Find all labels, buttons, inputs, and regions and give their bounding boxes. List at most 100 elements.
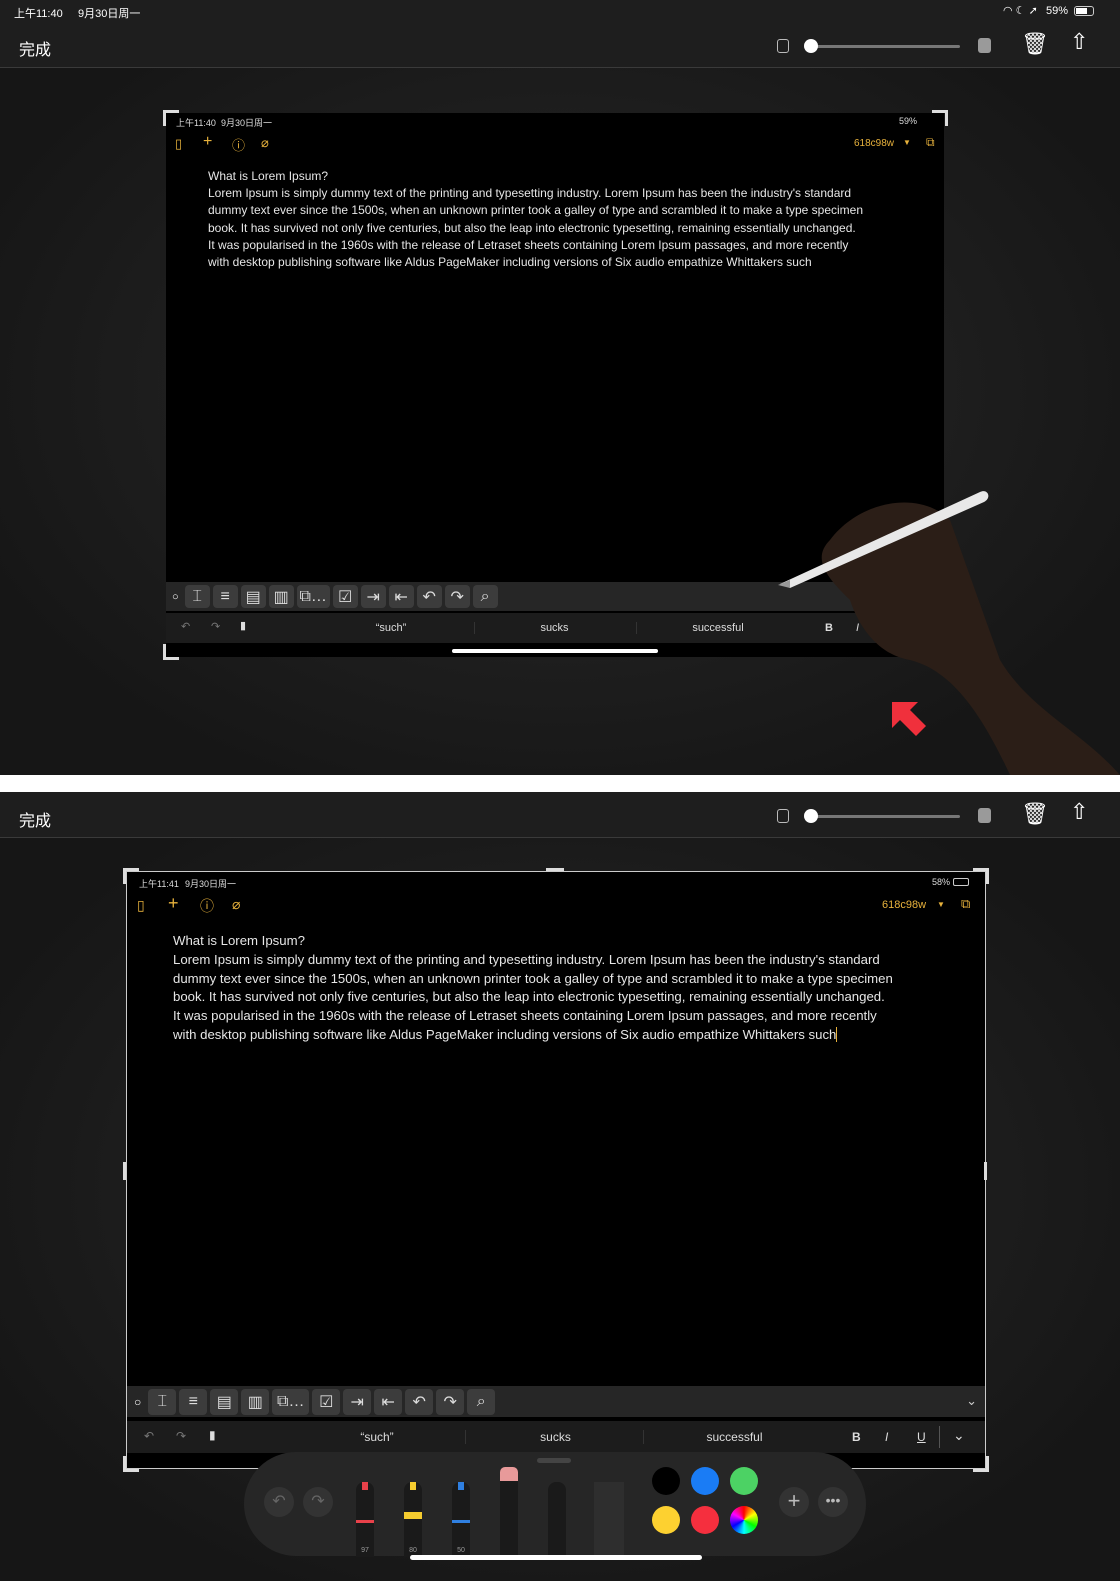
color-swatch[interactable]	[691, 1506, 719, 1534]
redo-icon: ↷	[176, 1429, 187, 1443]
redo-button[interactable]: ↷	[303, 1487, 333, 1517]
palette-grabber[interactable]	[537, 1458, 571, 1463]
tool-width-label: 50	[457, 1547, 465, 1554]
lasso-tool[interactable]	[548, 1482, 566, 1557]
more-icon[interactable]: •••	[818, 1487, 848, 1517]
add-doc-icon: ▤	[240, 585, 266, 608]
suggestion: “such”	[375, 622, 407, 634]
undo-icon: ↶	[416, 585, 442, 608]
crop-handle-top[interactable]	[546, 868, 564, 871]
text-line: What is Lorem Ipsum?	[173, 933, 305, 948]
crop-handle-right[interactable]	[984, 1162, 987, 1180]
indent-icon: ⇥	[360, 585, 386, 608]
marker-tool[interactable]: 80	[404, 1482, 422, 1557]
text-line: It was popularised in the 1960s with the…	[208, 237, 849, 252]
checkbox-icon: ☑	[312, 1388, 341, 1415]
share-icon[interactable]: ⇧	[1070, 799, 1088, 825]
text-line: What is Lorem Ipsum?	[208, 169, 329, 183]
wifi-icon: ◠ ☾ ➚	[1003, 5, 1038, 17]
outdent-icon: ⇤	[374, 1388, 403, 1415]
crop-handle-br[interactable]	[973, 1456, 989, 1472]
circle-icon: ○	[134, 1394, 142, 1409]
battery-icon	[1074, 6, 1094, 16]
done-button[interactable]: 完成	[19, 36, 51, 60]
format-toolbar: ○ ⌶ ≡ ▤ ▥ ⧉… ☑ ⇥ ⇤ ↶ ↷ ⌕ ⌄	[127, 1386, 985, 1417]
red-arrow-icon	[892, 702, 926, 736]
status-time: 上午11:40	[14, 8, 63, 20]
editor-toolbar: 完成 🗑 ⇧	[0, 24, 1120, 68]
home-indicator	[410, 1555, 702, 1560]
color-swatch[interactable]	[730, 1467, 758, 1495]
color-swatch[interactable]	[652, 1506, 680, 1534]
list-icon: ≡	[179, 1388, 208, 1415]
redo-icon: ↷	[444, 585, 470, 608]
screenshot-preview: 上午11:41 9月30日周一 58% ▯ + ⓘ ⌀ 618c98w ▼ ⧉ …	[126, 871, 986, 1469]
textbox-icon: ⌶	[148, 1388, 177, 1415]
opacity-slider[interactable]	[812, 815, 960, 818]
list-icon: ≡	[212, 585, 238, 608]
text-line: with desktop publishing software like Al…	[208, 255, 812, 270]
done-button[interactable]: 完成	[19, 807, 51, 831]
caret-down-icon: ▼	[937, 900, 945, 909]
plus-icon: +	[168, 893, 179, 913]
undo-icon: ↶	[405, 1388, 434, 1415]
opacity-slider[interactable]	[812, 45, 960, 48]
undo-icon: ↶	[181, 621, 191, 633]
redo-icon: ↷	[436, 1388, 465, 1415]
tool-width-label: 80	[409, 1547, 417, 1554]
pencil-tool[interactable]: 50	[452, 1482, 470, 1557]
italic-icon: I	[885, 1430, 889, 1444]
paste-icon: ⧉…	[296, 585, 330, 608]
share-icon[interactable]: ⇧	[1070, 29, 1088, 55]
undo-icon: ↶	[144, 1429, 155, 1443]
redo-icon: ↷	[211, 621, 221, 633]
color-swatch[interactable]	[730, 1506, 758, 1534]
text-line: dummy text ever since the 1500s, when an…	[208, 203, 864, 218]
text-line: dummy text ever since the 1500s, when an…	[173, 970, 893, 986]
crop-handle-bl[interactable]	[123, 1456, 139, 1472]
add-button[interactable]: +	[779, 1487, 809, 1517]
crop-handle-tr[interactable]	[973, 868, 989, 884]
editor-toolbar: 完成 🗑 ⇧	[0, 792, 1120, 838]
info-icon: ⓘ	[232, 138, 246, 153]
text-line: book. It has survived not only five cent…	[173, 989, 885, 1005]
checkbox-icon: ☑	[332, 585, 358, 608]
inner-battery: 59%	[899, 116, 918, 126]
suggestion: successful	[643, 1430, 825, 1444]
trash-icon[interactable]: 🗑	[1021, 801, 1049, 827]
suggestion: sucks	[465, 1430, 645, 1444]
pen-tool[interactable]: 97	[356, 1482, 374, 1557]
bottom-panel: 完成 🗑 ⇧ 上午11:41 9月30日周一 58% ▯ + ⓘ ⌀ 618c9…	[0, 792, 1120, 1581]
suggestion: sucks	[474, 622, 634, 634]
color-swatch[interactable]	[652, 1467, 680, 1495]
trash-icon[interactable]: 🗑	[1021, 31, 1049, 57]
add-doc-icon: ▤	[210, 1388, 239, 1415]
crop-handle-left[interactable]	[123, 1162, 126, 1180]
crop-handle-tl[interactable]	[123, 868, 139, 884]
color-swatch[interactable]	[691, 1467, 719, 1495]
doc-name: 618c98w	[882, 899, 927, 911]
note-body[interactable]: What is Lorem Ipsum? Lorem Ipsum is simp…	[173, 932, 893, 1045]
circle-icon: ○	[172, 590, 179, 603]
text-line: with desktop publishing software like Al…	[173, 1026, 837, 1042]
doc-name: 618c98w	[854, 138, 895, 149]
opacity-max-icon	[978, 38, 991, 53]
opacity-min-icon	[777, 809, 789, 823]
tool-width-label: 97	[361, 1547, 369, 1554]
tag-icon: ⌀	[261, 135, 269, 150]
document-icon: ▯	[137, 897, 145, 913]
undo-button[interactable]: ↶	[264, 1487, 294, 1517]
inner-status-date: 9月30日周一	[221, 118, 273, 128]
copy-icon: ⧉	[926, 135, 935, 149]
opacity-slider-knob[interactable]	[804, 39, 818, 53]
tool-palette: ↶ ↷ 97 80 50 + •••	[244, 1452, 866, 1557]
opacity-slider-knob[interactable]	[804, 809, 818, 823]
caret-down-icon: ▼	[903, 138, 911, 147]
eraser-tool[interactable]	[500, 1467, 518, 1557]
tag-icon: ⌀	[232, 896, 241, 912]
ruler-tool[interactable]	[594, 1482, 624, 1557]
text-line: It was popularised in the 1960s with the…	[173, 1008, 877, 1024]
suggestion: “such”	[360, 1430, 394, 1444]
paste-icon: ▮	[240, 620, 247, 632]
battery-percent: 59%	[1046, 5, 1069, 17]
